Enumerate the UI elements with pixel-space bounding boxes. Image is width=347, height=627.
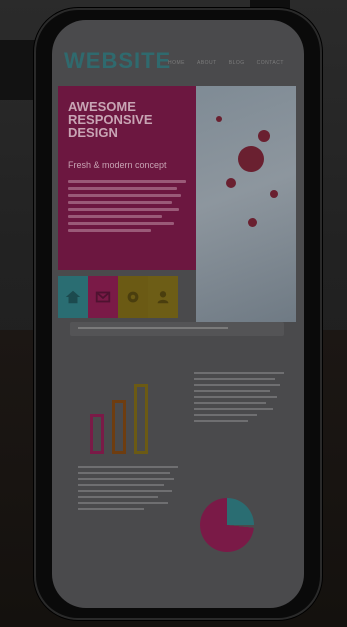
tile-settings[interactable]: [118, 276, 148, 318]
nav-item-about[interactable]: ABOUT: [197, 60, 217, 66]
text-block-left: [78, 466, 178, 514]
nav-item-home[interactable]: HOME: [168, 60, 185, 66]
home-icon: [65, 290, 81, 304]
site-nav: HOME ABOUT BLOG CONTACT: [168, 60, 284, 66]
nav-item-blog[interactable]: BLOG: [229, 60, 245, 66]
nav-item-contact[interactable]: CONTACT: [257, 60, 284, 66]
user-icon: [157, 291, 169, 304]
hero-subtitle: Fresh & modern concept: [68, 160, 167, 170]
scene: WEBSITE HOME ABOUT BLOG CONTACT AWESOME …: [0, 0, 347, 627]
hero-body-text: [68, 180, 186, 236]
mail-icon: [95, 291, 111, 303]
gear-icon: [127, 291, 139, 303]
hero-photo: [196, 86, 296, 322]
bar-graphic: [90, 364, 160, 454]
hero-panel: AWESOME RESPONSIVE DESIGN Fresh & modern…: [58, 86, 196, 270]
site-logo[interactable]: WEBSITE: [64, 48, 171, 74]
site-header: WEBSITE HOME ABOUT BLOG CONTACT: [64, 38, 294, 78]
smartphone: WEBSITE HOME ABOUT BLOG CONTACT AWESOME …: [34, 8, 322, 620]
tile-mail[interactable]: [88, 276, 118, 318]
hero-section: AWESOME RESPONSIVE DESIGN Fresh & modern…: [58, 86, 296, 322]
hero-title: AWESOME RESPONSIVE DESIGN: [68, 99, 153, 140]
tile-home[interactable]: [58, 276, 88, 318]
text-block-right: [194, 372, 284, 426]
pie-graphic: [200, 498, 254, 552]
info-strip-text: [78, 325, 228, 331]
feature-tiles: [58, 276, 178, 318]
tile-user[interactable]: [148, 276, 178, 318]
phone-screen: WEBSITE HOME ABOUT BLOG CONTACT AWESOME …: [52, 20, 304, 608]
